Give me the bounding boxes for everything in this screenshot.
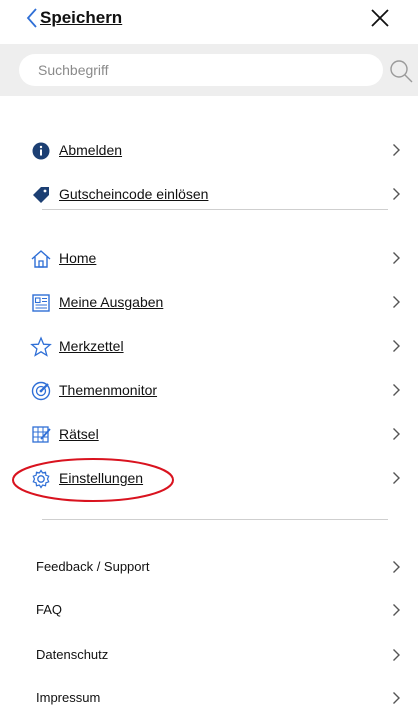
menu-item-label: Impressum	[36, 690, 101, 705]
newspaper-icon	[30, 292, 52, 314]
menu-item-impressum[interactable]: Impressum	[0, 679, 418, 717]
search-icon[interactable]	[388, 58, 414, 89]
puzzle-grid-icon	[30, 424, 52, 446]
menu-item-raetsel[interactable]: Rätsel	[0, 415, 418, 453]
back-chevron-icon[interactable]	[26, 7, 38, 34]
chevron-right-icon	[392, 691, 401, 710]
menu-item-label: Datenschutz	[36, 647, 109, 662]
menu-item-gutscheincode[interactable]: Gutscheincode einlösen	[0, 175, 418, 213]
menu-item-label: Meine Ausgaben	[59, 294, 164, 310]
chevron-right-icon	[392, 471, 401, 490]
chevron-right-icon	[392, 339, 401, 358]
menu-item-label: Themenmonitor	[59, 382, 158, 398]
search-bar	[0, 44, 418, 96]
menu-item-datenschutz[interactable]: Datenschutz	[0, 636, 418, 674]
chevron-right-icon	[392, 251, 401, 270]
chevron-right-icon	[392, 143, 401, 162]
menu-item-label: Merkzettel	[59, 338, 124, 354]
menu-item-faq[interactable]: FAQ	[0, 591, 418, 629]
menu-item-meine-ausgaben[interactable]: Meine Ausgaben	[0, 283, 418, 321]
menu-item-label: Abmelden	[59, 142, 123, 158]
menu-item-einstellungen[interactable]: Einstellungen	[0, 459, 418, 497]
top-bar: Speichern	[0, 0, 418, 40]
menu-item-home[interactable]: Home	[0, 239, 418, 277]
chevron-right-icon	[392, 427, 401, 446]
menu-item-feedback-support[interactable]: Feedback / Support	[0, 548, 418, 586]
chevron-right-icon	[392, 383, 401, 402]
chevron-right-icon	[392, 560, 401, 579]
divider	[42, 209, 388, 210]
menu-item-label: Gutscheincode einlösen	[59, 186, 209, 202]
search-input[interactable]	[19, 54, 383, 86]
menu-item-label: Home	[59, 250, 97, 266]
menu-item-label: Rätsel	[59, 426, 99, 442]
star-icon	[30, 336, 52, 358]
menu-item-themenmonitor[interactable]: Themenmonitor	[0, 371, 418, 409]
back-button[interactable]: Speichern	[40, 8, 122, 28]
target-icon	[30, 380, 52, 402]
info-icon	[30, 140, 52, 162]
menu-item-label: Einstellungen	[59, 470, 144, 486]
menu-item-merkzettel[interactable]: Merkzettel	[0, 327, 418, 365]
close-icon[interactable]	[370, 8, 390, 33]
chevron-right-icon	[392, 295, 401, 314]
tag-icon	[30, 184, 52, 206]
divider	[42, 519, 388, 520]
chevron-right-icon	[392, 648, 401, 667]
home-icon	[30, 248, 52, 270]
chevron-right-icon	[392, 187, 401, 206]
gear-icon	[30, 468, 52, 490]
menu-item-label: FAQ	[36, 602, 63, 617]
menu-item-abmelden[interactable]: Abmelden	[0, 131, 418, 169]
menu-item-label: Feedback / Support	[36, 559, 150, 574]
chevron-right-icon	[392, 603, 401, 622]
